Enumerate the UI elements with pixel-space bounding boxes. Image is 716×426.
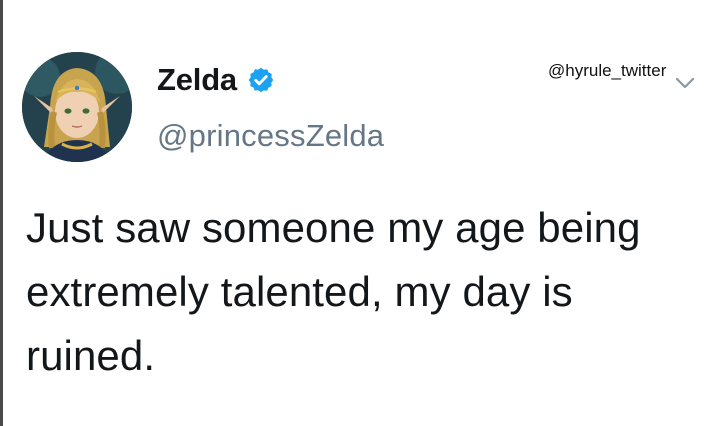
chevron-down-icon[interactable] (674, 76, 696, 90)
tweet-text: Just saw someone my age being extremely … (26, 204, 641, 379)
verified-badge-icon (247, 66, 275, 94)
display-name[interactable]: Zelda (157, 64, 237, 95)
avatar[interactable] (22, 52, 132, 162)
watermark-text: @hyrule_twitter (548, 61, 667, 80)
zelda-portrait-icon (22, 52, 132, 162)
author-header: Zelda (157, 64, 275, 95)
user-handle[interactable]: @princessZelda (157, 120, 384, 151)
left-border (0, 0, 3, 426)
